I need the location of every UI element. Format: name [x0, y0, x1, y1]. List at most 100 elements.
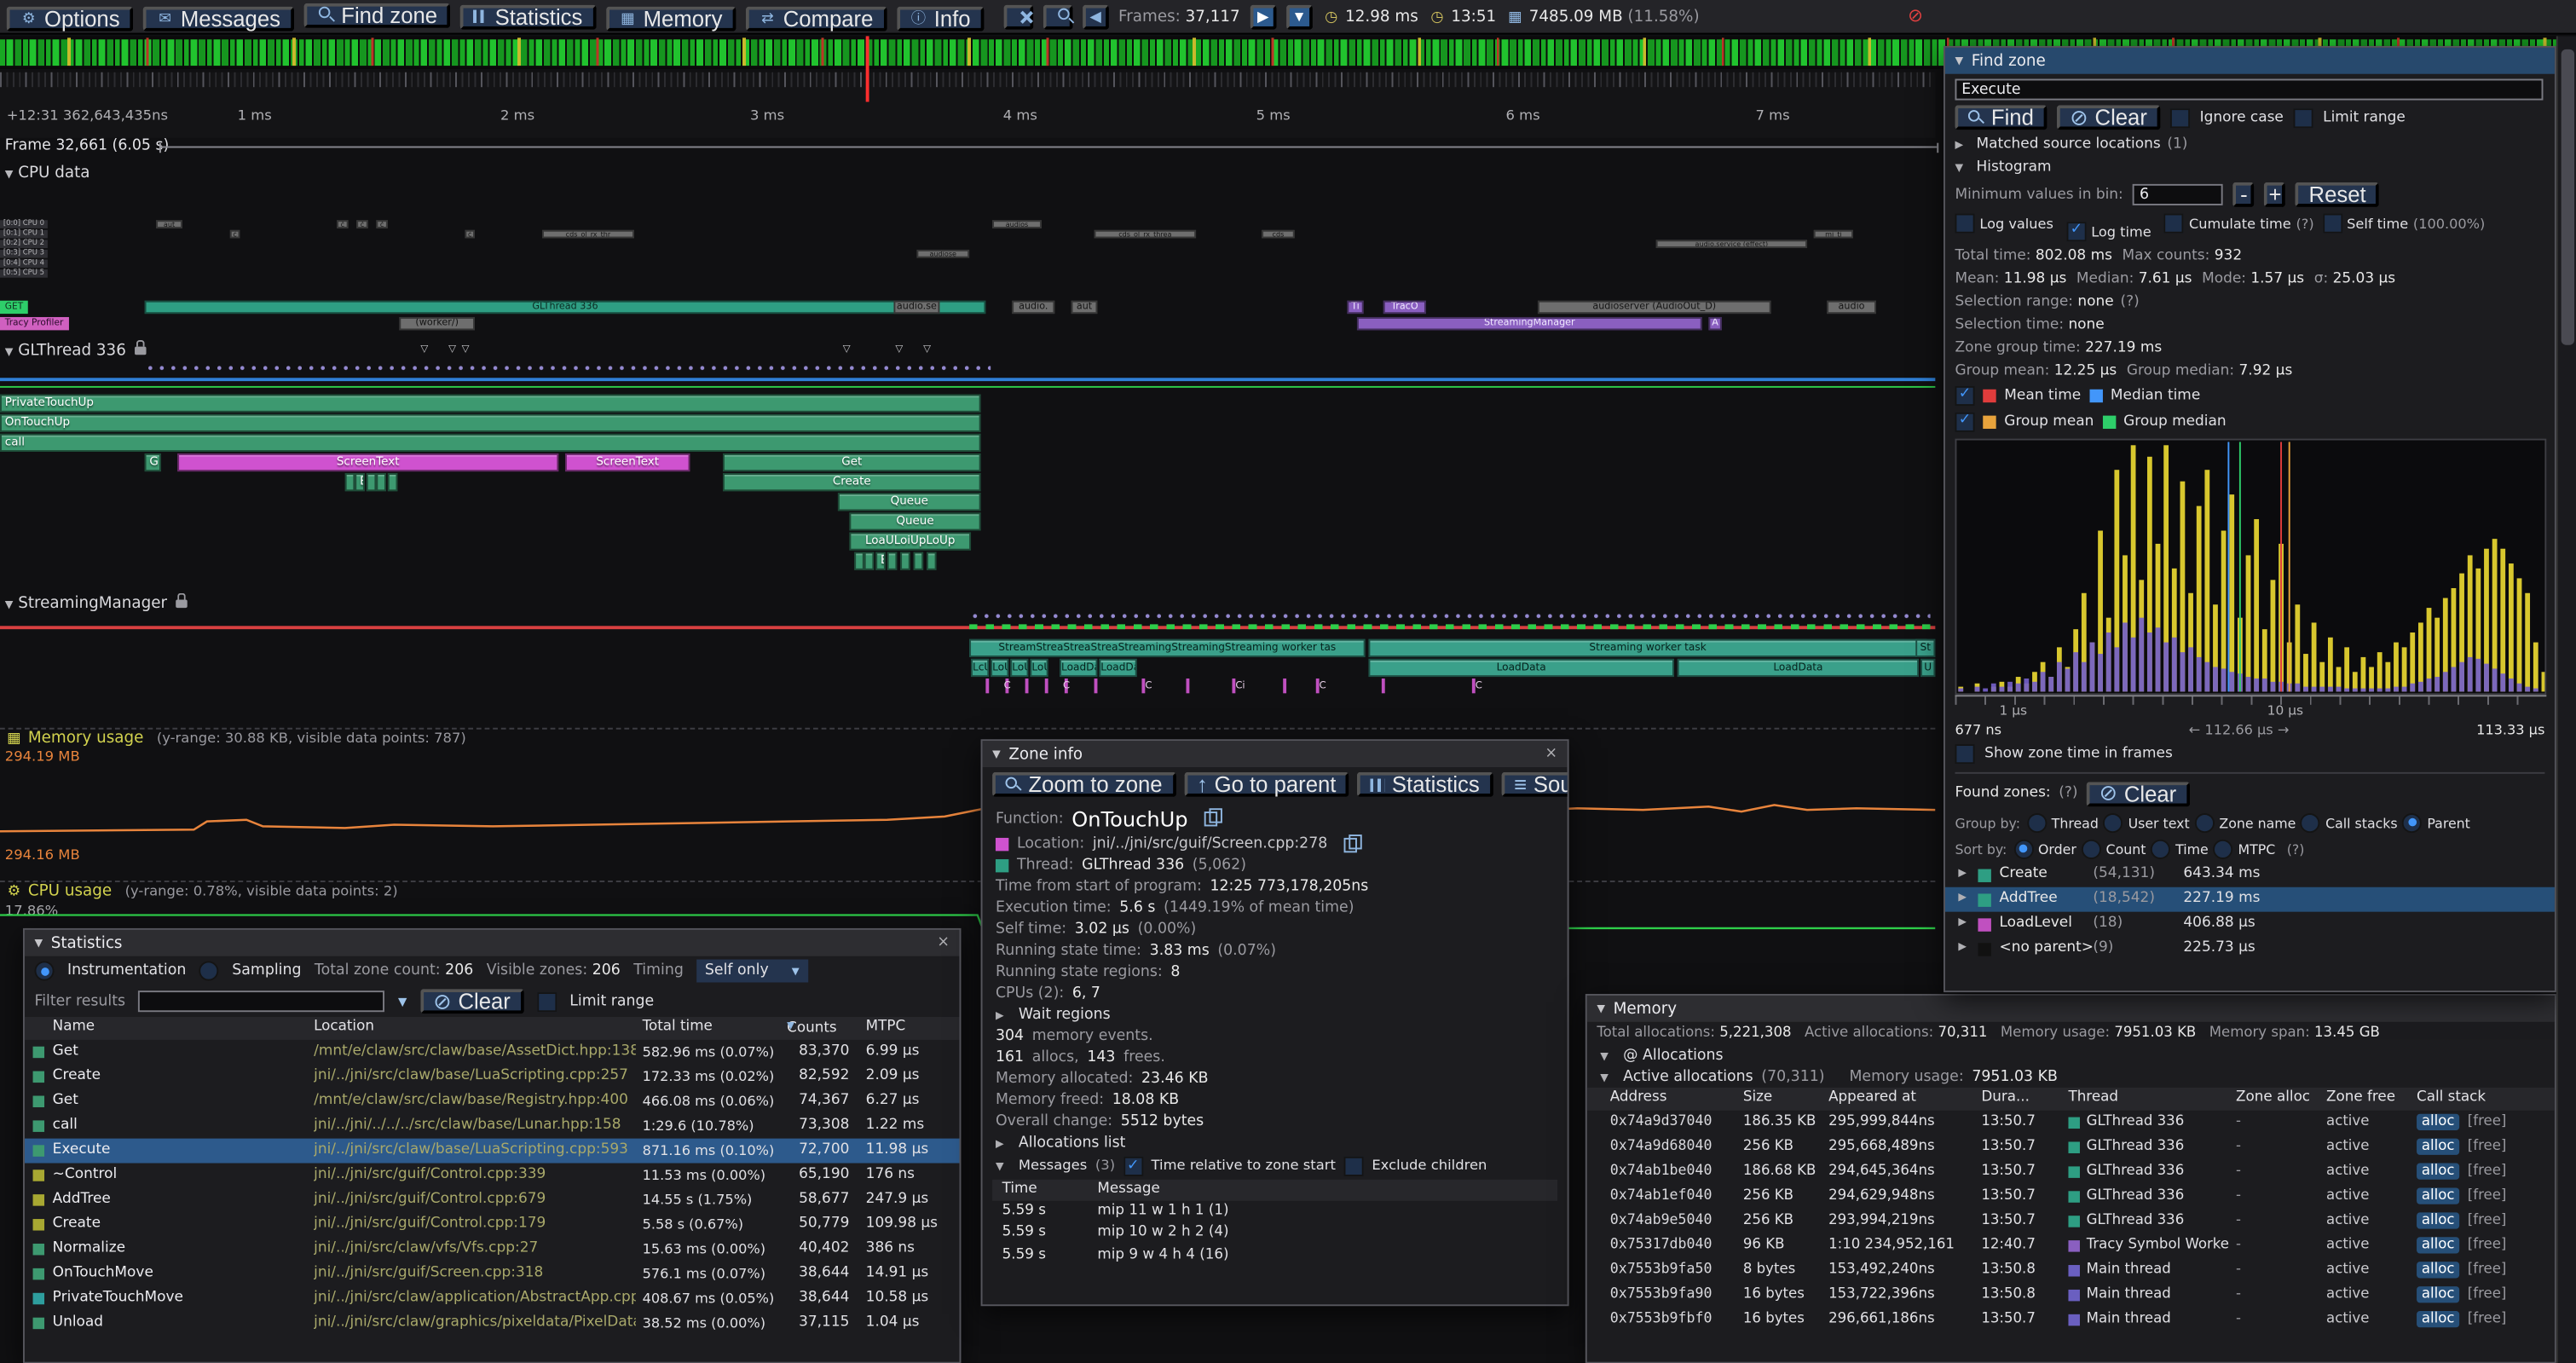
streaming-zone[interactable]: U [1920, 659, 1935, 677]
column-appeared[interactable]: Appeared at [1828, 1089, 1916, 1106]
expand-arrow-icon[interactable]: ▶ [1958, 915, 1967, 927]
group-by-radio[interactable] [2402, 812, 2422, 832]
statistics-row[interactable]: Get /mnt/e/claw/src/claw/base/AssetDict.… [25, 1040, 960, 1065]
gl-zone[interactable] [367, 473, 377, 491]
vertical-scrollbar[interactable] [2556, 36, 2576, 1363]
found-zone-row[interactable]: ▶ AddTree (18,542) 227.19 ms [1945, 887, 2555, 911]
cpu-thread-zone[interactable]: audioserver (AudioOut_D) [1538, 301, 1771, 314]
gl-zone[interactable] [864, 552, 875, 570]
limit-range-checkbox[interactable] [537, 991, 557, 1011]
found-zone-row[interactable]: ▶ Create (54,131) 643.34 ms [1945, 862, 2555, 887]
group-by-radio[interactable] [2195, 812, 2215, 832]
sampling-radio[interactable] [199, 961, 219, 980]
streaming-zone[interactable]: StreamStreaStreaStreaStreamingStreamingS… [969, 639, 1365, 657]
timeline-marker-icon[interactable]: ▽ [895, 344, 903, 355]
filter-funnel-icon[interactable]: ▼ [398, 995, 407, 1008]
sort-by-radio[interactable] [2214, 839, 2233, 858]
cpu-thread-zone[interactable]: audio.se [893, 301, 939, 314]
statistics-row[interactable]: Unload jni/../jni/src/claw/graphics/pixe… [25, 1311, 960, 1336]
gl-zone[interactable]: E [875, 552, 886, 570]
message-tick[interactable] [1382, 679, 1384, 693]
cpu-zone[interactable]: cds [1262, 230, 1295, 239]
gl-zone[interactable]: ScreenText [177, 453, 558, 471]
zone-time-histogram[interactable]: 1 µs10 µs [1955, 438, 2546, 704]
streaming-zone[interactable]: LoadDaU [1060, 659, 1097, 677]
ignore-case-checkbox[interactable] [2170, 107, 2190, 127]
statistics-row[interactable]: ~Control jni/../jni/src/guif/Control.cpp… [25, 1164, 960, 1188]
streamingmanager-header[interactable]: ▼StreamingManager [5, 595, 187, 613]
matched-locations-expander[interactable]: Matched source locations(1) [1945, 133, 2555, 156]
statistics-row[interactable]: AddTree jni/../jni/src/guif/Control.cpp:… [25, 1187, 960, 1212]
timeline-marker-icon[interactable]: ▽ [420, 344, 428, 355]
timeline-marker-icon[interactable]: ▽ [923, 344, 931, 355]
gl-zone[interactable]: Get [723, 453, 981, 471]
cpu-thread-zone[interactable]: audio [1827, 301, 1876, 314]
wait-regions-expander[interactable]: Wait regions [983, 1005, 1568, 1026]
sort-by-radio[interactable] [2082, 839, 2101, 858]
cpu-zone[interactable]: cds_ol_rx_thr [542, 230, 634, 239]
close-icon[interactable]: × [1545, 746, 1558, 762]
alloc-callstack-button[interactable]: alloc [2417, 1262, 2459, 1278]
time-relative-checkbox[interactable]: ✓ [1123, 1157, 1143, 1176]
statistics-titlebar[interactable]: ▼Statistics × [25, 930, 960, 956]
column-address[interactable]: Address [1610, 1089, 1667, 1106]
allocation-row[interactable]: 0x74a9d37040 186.35 KB 295,999,844ns 13:… [1587, 1111, 2555, 1135]
cpu-zone[interactable]: mi_ti [1814, 230, 1853, 239]
column-total-time[interactable]: Total time [643, 1019, 713, 1035]
alloc-callstack-button[interactable]: alloc [2417, 1164, 2459, 1180]
statistics-row[interactable]: Create jni/../jni/src/guif/Control.cpp:1… [25, 1212, 960, 1237]
bin-minus-button[interactable]: - [2233, 182, 2255, 207]
active-allocations-expander[interactable]: Active allocations(70,311) Memory usage:… [1587, 1066, 2555, 1088]
filter-clear-button[interactable]: ⊘Clear [420, 989, 523, 1014]
zone-source-button[interactable]: ≡Source [1501, 772, 1569, 797]
message-tick[interactable] [1095, 679, 1097, 693]
histogram-expander[interactable]: Histogram [1945, 156, 2555, 179]
zone-info-titlebar[interactable]: ▼Zone info × [983, 741, 1568, 767]
message-tick[interactable] [1187, 679, 1189, 693]
expand-arrow-icon[interactable]: ▶ [1958, 939, 1967, 951]
message-tick[interactable] [985, 679, 988, 693]
gl-zone[interactable] [900, 552, 910, 570]
cpu-zone[interactable]: audio.service (effect) [1656, 240, 1807, 248]
column-thread[interactable]: Thread [2068, 1089, 2118, 1106]
sort-by-radio[interactable] [2013, 839, 2033, 858]
histogram-option-checkbox[interactable]: ✓ [2066, 221, 2086, 240]
zoom-frame-button[interactable] [1286, 4, 1313, 29]
message-row[interactable]: 5.59 s mip 11 w 1 h 1 (1) [992, 1200, 1557, 1222]
show-zone-time-checkbox[interactable] [1955, 743, 1974, 763]
find-button[interactable]: Find [1955, 105, 2047, 130]
exclude-children-checkbox[interactable] [1344, 1157, 1364, 1176]
find-zone-query-input[interactable]: Execute [1955, 79, 2543, 101]
gl-zone[interactable]: E [355, 473, 365, 491]
gl-zone[interactable]: Create [723, 473, 981, 491]
gl-zone[interactable] [345, 473, 355, 491]
sample-dots[interactable] [969, 611, 1930, 621]
allocation-row[interactable]: 0x7553b9fa90 16 bytes 153,722,396ns 13:5… [1587, 1283, 2555, 1308]
allocation-row[interactable]: 0x74ab9e5040 256 KB 293,994,219ns 13:50.… [1587, 1209, 2555, 1233]
cpu-thread-zone[interactable]: TracO [1383, 301, 1426, 314]
statistics-row[interactable]: Create jni/../jni/src/claw/base/LuaScrip… [25, 1065, 960, 1089]
cpu-thread-zone[interactable]: A [1708, 317, 1721, 330]
message-tick[interactable] [1025, 679, 1028, 693]
message-row[interactable]: 5.59 s mip 10 w 2 h 2 (4) [992, 1222, 1557, 1245]
limit-range-checkbox[interactable] [2293, 107, 2313, 127]
gl-zone[interactable]: OnTouchUp [0, 414, 981, 432]
histogram-option-checkbox[interactable] [2164, 214, 2184, 234]
cpu-zone[interactable]: ć [230, 230, 240, 239]
expand-arrow-icon[interactable]: ▶ [1958, 890, 1967, 903]
gl-zone[interactable]: call [0, 434, 981, 452]
timeline-marker-icon[interactable]: ▽ [448, 344, 456, 355]
column-mtpc[interactable]: MTPC [866, 1019, 905, 1035]
alloc-callstack-button[interactable]: alloc [2417, 1237, 2459, 1253]
column-call-stack[interactable]: Call stack [2417, 1089, 2486, 1106]
gl-zone[interactable] [854, 552, 864, 570]
find-zone-titlebar[interactable]: ▼Find zone [1945, 48, 2555, 74]
messages-expander[interactable]: Messages(3) ✓ Time relative to zone star… [983, 1154, 1568, 1179]
streaming-zone[interactable]: St [1915, 639, 1935, 657]
goto-search-button[interactable] [1043, 4, 1072, 29]
gl-zone[interactable]: Queue [838, 493, 981, 511]
tools-button[interactable] [1003, 4, 1033, 29]
statistics-row[interactable]: PrivateTouchMove jni/../jni/src/claw/app… [25, 1286, 960, 1311]
streaming-zone[interactable]: Streaming worker task [1368, 639, 1926, 657]
zone-statistics-button[interactable]: Statistics [1357, 772, 1493, 797]
